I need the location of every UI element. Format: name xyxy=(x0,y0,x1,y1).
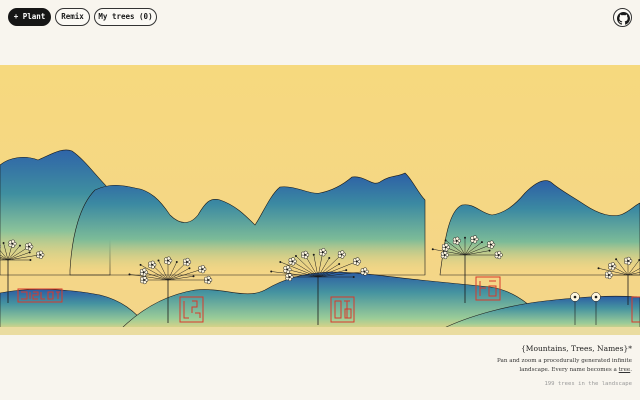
landscape-svg[interactable] xyxy=(0,65,640,335)
info-panel: {Mountains, Trees, Names}* Pan and zoom … xyxy=(432,344,632,387)
info-desc-prefix: landscape. Every name becomes a xyxy=(519,367,619,373)
my-trees-button[interactable]: My trees (0) xyxy=(94,8,157,26)
landscape-canvas[interactable] xyxy=(0,65,640,335)
ground-strip xyxy=(0,327,640,335)
info-desc-line1: Pan and zoom a procedurally generated in… xyxy=(497,358,632,364)
info-desc-suffix: . xyxy=(630,367,632,373)
tree-count: 199 trees in the landscape xyxy=(544,381,632,387)
plant-button[interactable]: + Plant xyxy=(8,8,51,26)
info-description: Pan and zoom a procedurally generated in… xyxy=(432,357,632,375)
github-icon xyxy=(617,12,630,25)
toolbar: + Plant Remix My trees (0) xyxy=(0,0,640,34)
github-button[interactable] xyxy=(613,8,632,27)
remix-button[interactable]: Remix xyxy=(55,8,90,26)
info-title: {Mountains, Trees, Names}* xyxy=(521,344,632,353)
info-desc-line2: landscape. Every name becomes a tree. xyxy=(432,366,632,375)
tree-link[interactable]: tree xyxy=(619,367,631,373)
